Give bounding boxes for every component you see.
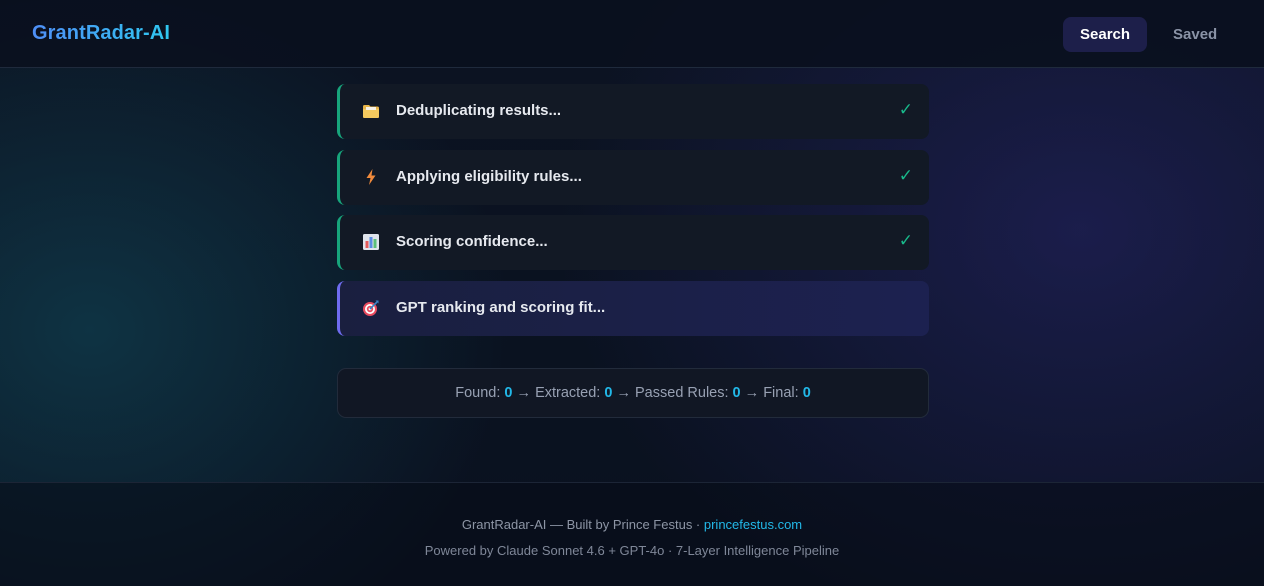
final-count: 0: [802, 385, 811, 401]
page-footer: GrantRadar-AI — Built by Prince Festus ·…: [0, 482, 1264, 586]
arrow: →: [516, 385, 532, 401]
pipeline-step: Applying eligibility rules... ✓: [337, 149, 929, 205]
step-label: Deduplicating results...: [396, 102, 562, 119]
folder-icon: [363, 105, 379, 118]
lightning-icon: [366, 168, 376, 185]
arrow: →: [744, 385, 760, 401]
found-label: Found:: [455, 385, 501, 401]
nav-search-button[interactable]: Search: [1063, 17, 1147, 52]
pipeline-steps: Deduplicating results... ✓ Applying elig…: [337, 84, 929, 346]
step-label: Scoring confidence...: [396, 233, 548, 250]
passed-rules-count: 0: [732, 385, 741, 401]
passed-rules-label: Passed Rules:: [635, 385, 729, 401]
arrow: →: [616, 385, 631, 401]
pipeline-step-active: GPT ranking and scoring fit...: [337, 280, 929, 336]
footer-credits-text: GrantRadar-AI — Built by Prince Festus ·: [461, 517, 704, 532]
extracted-label: Extracted:: [535, 385, 601, 401]
final-label: Final:: [763, 385, 799, 401]
step-label: Applying eligibility rules...: [396, 167, 582, 185]
nav-saved-button[interactable]: Saved: [1156, 17, 1232, 52]
pipeline-step: Deduplicating results... ✓: [337, 84, 929, 139]
check-icon: ✓: [898, 165, 913, 185]
app-header: GrantRadar-AI Search Saved: [0, 0, 1264, 68]
funnel-stats: Found: 0 → Extracted: 0 → Passed Rules: …: [337, 368, 929, 418]
pipeline-step: Scoring confidence... ✓: [337, 215, 929, 270]
step-label: GPT ranking and scoring fit...: [396, 298, 606, 316]
found-count: 0: [504, 385, 513, 401]
check-icon: ✓: [898, 231, 913, 250]
footer-credits: GrantRadar-AI — Built by Prince Festus ·…: [0, 517, 1264, 532]
target-icon: [363, 300, 379, 316]
author-website-link[interactable]: princefestus.com: [704, 517, 802, 532]
footer-powered-by: Powered by Claude Sonnet 4.6 + GPT-4o · …: [424, 543, 840, 558]
extracted-count: 0: [604, 385, 613, 401]
bar-chart-icon: [363, 234, 379, 250]
brand-logo[interactable]: GrantRadar-AI: [32, 22, 170, 45]
check-icon: ✓: [898, 100, 913, 119]
